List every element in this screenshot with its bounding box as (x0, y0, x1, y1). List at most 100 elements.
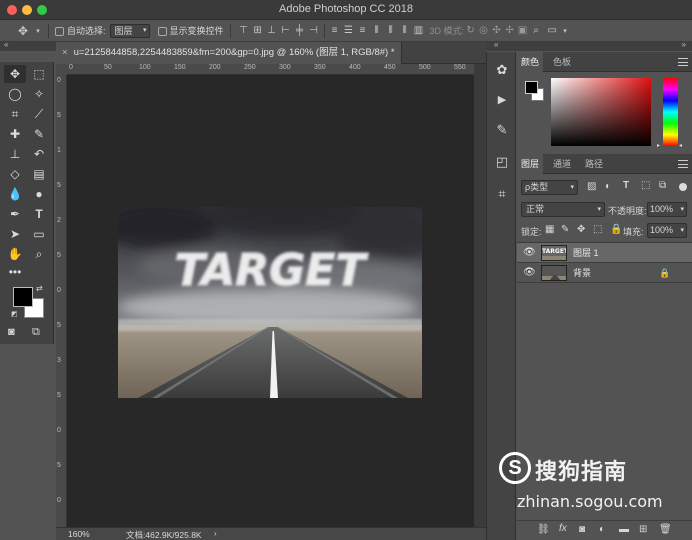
blend-mode-dropdown[interactable]: 正常 ▾ (521, 202, 605, 217)
lock-image-icon[interactable]: ✎ (561, 224, 569, 235)
align-vcenter-icon[interactable]: ⊞ (251, 25, 265, 36)
align-bottom-icon[interactable]: ⊥ (265, 25, 279, 36)
show-transform-checkbox[interactable]: 显示变换控件 (157, 24, 224, 37)
play-icon[interactable]: ▶ (492, 90, 512, 110)
swap-colors-icon[interactable]: ⇄ (36, 284, 43, 293)
new-group-icon[interactable]: ▬ (619, 524, 629, 535)
new-layer-icon[interactable]: ⊞ (639, 524, 647, 535)
fx-icon[interactable]: fx (559, 523, 567, 534)
auto-align-icon[interactable]: ▥ (412, 25, 426, 36)
hand-tool-icon[interactable]: ✋ (4, 245, 26, 263)
brush-settings-icon[interactable]: ✎ (492, 120, 512, 140)
color-panel-foreground[interactable] (525, 81, 538, 94)
search-icon[interactable]: ⌕ (529, 25, 543, 36)
magic-wand-tool-icon[interactable]: ✧ (28, 85, 50, 103)
panel-collapse-strip[interactable]: « » (486, 40, 692, 51)
filter-shape-icon[interactable]: ⬚ (641, 180, 650, 191)
align-top-icon[interactable]: ⊤ (237, 25, 251, 36)
chevron-down-icon[interactable]: ▾ (561, 27, 569, 35)
toolbox-collapse-strip[interactable]: « (0, 40, 56, 51)
vertical-ruler[interactable]: 0 5 1 5 2 5 0 5 3 5 0 5 0 (56, 75, 67, 527)
clone-stamp-tool-icon[interactable]: ⊥ (4, 145, 26, 163)
vertical-scrollbar[interactable] (474, 64, 486, 527)
tab-swatches[interactable]: 色板 (549, 52, 575, 72)
3d-scale-icon[interactable]: ▣ (516, 25, 529, 36)
align-right-icon[interactable]: ⊣ (307, 25, 321, 36)
auto-select-dropdown[interactable]: 图层 ▾ (109, 23, 150, 38)
tab-paths[interactable]: 路径 (581, 154, 607, 174)
layer-row[interactable]: 👁 背景 🔒 (517, 263, 692, 283)
filter-type-icon[interactable]: T (623, 180, 629, 191)
brush-tool-icon[interactable]: ✎ (28, 125, 50, 143)
history-brush-tool-icon[interactable]: ↶ (28, 145, 50, 163)
3d-pan-icon[interactable]: ✣ (490, 25, 503, 36)
hue-slider-handle-icon[interactable]: ▸ (657, 142, 660, 149)
hue-slider-handle-icon[interactable]: ◂ (679, 142, 682, 149)
status-menu-arrow-icon[interactable]: › (214, 529, 217, 538)
type-tool-icon[interactable]: T (28, 205, 50, 223)
distribute-vcenter-icon[interactable]: ☰ (342, 25, 356, 36)
move-tool-icon[interactable]: ✥ (4, 65, 26, 83)
healing-brush-tool-icon[interactable]: ✚ (4, 125, 26, 143)
lock-transparent-icon[interactable]: ▦ (545, 224, 554, 235)
filter-toggle-icon[interactable] (679, 183, 687, 191)
align-hcenter-icon[interactable]: ╪ (293, 25, 307, 36)
workspace-icon[interactable]: ▭ (543, 25, 561, 36)
distribute-hcenter-icon[interactable]: ⦀ (384, 25, 398, 36)
distribute-bottom-icon[interactable]: ≡ (356, 25, 370, 36)
distribute-left-icon[interactable]: ⦀ (370, 25, 384, 36)
chevron-down-icon[interactable]: ▾ (34, 27, 42, 35)
zoom-tool-icon[interactable]: ⌕ (28, 245, 50, 263)
pen-tool-icon[interactable]: ✒ (4, 205, 26, 223)
default-colors-icon[interactable]: ◩ (11, 310, 18, 318)
close-icon[interactable]: × (62, 47, 68, 58)
color-field[interactable] (551, 78, 651, 146)
document-image[interactable]: TARGET (118, 207, 422, 398)
3d-roll-icon[interactable]: ◎ (477, 25, 490, 36)
horizontal-ruler[interactable]: 0 50 100 150 200 250 300 350 400 450 500 550 (67, 64, 474, 75)
filter-smart-object-icon[interactable]: ⧉ (659, 180, 666, 191)
quick-mask-icon[interactable]: ◙ (8, 326, 15, 338)
layer-row[interactable]: 👁 TARGET 图层 1 (517, 243, 692, 263)
delete-layer-icon[interactable]: 🗑 (659, 524, 672, 535)
eye-icon[interactable]: 👁 (523, 243, 536, 263)
gradient-tool-icon[interactable]: ▤ (28, 165, 50, 183)
lasso-tool-icon[interactable]: ◯ (4, 85, 26, 103)
dodge-tool-icon[interactable]: ● (28, 185, 50, 203)
zoom-level[interactable]: 160% (68, 529, 90, 539)
tab-color[interactable]: 颜色 (517, 52, 544, 72)
screen-mode-icon[interactable]: ⧉ (32, 326, 40, 339)
lock-position-icon[interactable]: ✥ (577, 224, 585, 235)
distribute-top-icon[interactable]: ≡ (328, 25, 342, 36)
crop-icon[interactable]: ⌗ (492, 184, 512, 204)
tab-channels[interactable]: 通道 (549, 154, 575, 174)
auto-select-checkbox[interactable]: 自动选择: (55, 24, 106, 37)
layer-filter-dropdown[interactable]: ρ类型 ▾ (521, 180, 578, 195)
path-selection-tool-icon[interactable]: ➤ (4, 225, 26, 243)
hue-slider[interactable] (663, 78, 678, 146)
blur-tool-icon[interactable]: 💧 (4, 185, 26, 203)
foreground-color-swatch[interactable] (13, 287, 33, 307)
crop-tool-icon[interactable]: ⌗ (4, 105, 26, 123)
3d-rotate-icon[interactable]: ↻ (464, 25, 477, 36)
eye-icon[interactable]: 👁 (523, 263, 536, 283)
eraser-tool-icon[interactable]: ◇ (4, 165, 26, 183)
rectangle-tool-icon[interactable]: ▭ (28, 225, 50, 243)
document-tab[interactable]: × u=2125844858,2254483859&fm=200&gp=0.jpg… (56, 42, 402, 64)
layer-name[interactable]: 图层 1 (573, 243, 599, 263)
tab-layers[interactable]: 图层 (517, 154, 544, 174)
panel-menu-icon[interactable] (678, 58, 688, 66)
distribute-right-icon[interactable]: ⦀ (398, 25, 412, 36)
opacity-field[interactable]: 100% ▾ (647, 202, 687, 217)
lock-artboard-icon[interactable]: ⬚ (593, 224, 602, 235)
filter-pixel-icon[interactable]: ▨ (587, 181, 596, 192)
eyedropper-tool-icon[interactable]: ⟋ (28, 105, 50, 123)
lock-all-icon[interactable]: 🔒 (610, 224, 622, 235)
add-mask-icon[interactable]: ◙ (579, 524, 585, 535)
move-tool-preset-icon[interactable]: ✥ (12, 24, 34, 38)
adjustments-icon[interactable]: ◰ (492, 152, 512, 172)
fill-field[interactable]: 100% ▾ (647, 223, 687, 238)
panel-menu-icon[interactable] (678, 160, 688, 168)
filter-adjustment-icon[interactable]: ◐ (605, 181, 611, 192)
marquee-tool-icon[interactable]: ⬚ (28, 65, 50, 83)
